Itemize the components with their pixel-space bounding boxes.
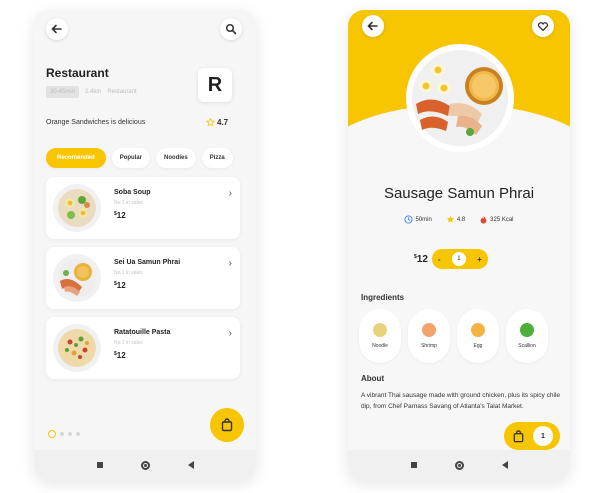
search-icon [225, 23, 237, 35]
chevron-right-icon[interactable]: › [229, 188, 232, 199]
favorite-button[interactable] [532, 15, 554, 37]
price-value: 12 [116, 281, 126, 290]
restaurant-meta: 30-45min 2.4km Restaurant [46, 86, 137, 98]
menu-item-price: $12 [114, 351, 126, 360]
shrimp-icon [422, 323, 436, 337]
samun-phrai-image [53, 254, 101, 302]
ingredient-scallion[interactable]: Scallion [506, 309, 548, 363]
recents-button[interactable] [410, 462, 417, 468]
soba-soup-image [53, 184, 101, 232]
dish-stats: 50min 4.8 325 Kcal [348, 215, 570, 224]
menu-item-name: Soba Soup [114, 189, 151, 196]
restaurant-type-label: Restaurant [107, 89, 137, 95]
back-arrow-icon [51, 24, 62, 34]
ingredient-label: Egg [473, 343, 483, 349]
page-dot[interactable] [60, 432, 64, 436]
noodle-icon [373, 323, 387, 337]
page-dot[interactable] [76, 432, 80, 436]
ingredient-shrimp[interactable]: Shrimp [408, 309, 450, 363]
menu-item-subtitle: No.1 in sales [114, 270, 143, 276]
dish-price: $12 [414, 254, 428, 265]
ingredients-heading: Ingredients [361, 293, 405, 302]
dish-rating-value: 4.8 [456, 216, 466, 223]
about-heading: About [361, 374, 385, 383]
dish-title: Sausage Samun Phrai [383, 185, 535, 202]
calories-value: 325 Kcal [490, 216, 514, 223]
ingredient-label: Noodle [372, 343, 388, 349]
menu-item-subtitle: No.1 in sales [114, 340, 143, 346]
home-button[interactable] [140, 460, 150, 470]
dish-image [406, 44, 514, 152]
heart-icon [537, 22, 549, 32]
tab-popular[interactable]: Popular [111, 148, 151, 168]
prep-time-value: 50min [415, 216, 432, 223]
menu-item-card[interactable]: Ratatouille Pasta No.1 in sales $12 › [46, 317, 240, 379]
menu-item-name: Ratatouille Pasta [114, 329, 171, 336]
cart-count-badge: 1 [533, 426, 553, 446]
system-nav-bar [34, 450, 256, 480]
price-value: 12 [116, 211, 126, 220]
page-dot[interactable] [68, 432, 72, 436]
quantity-stepper: - 1 + [431, 249, 488, 269]
quantity-value[interactable]: 1 [451, 252, 466, 266]
ingredients-list: Noodle Shrimp Egg Scallion [359, 309, 548, 363]
scallion-icon [520, 323, 534, 337]
ingredient-egg[interactable]: Egg [457, 309, 499, 363]
flame-icon [480, 215, 487, 224]
ingredient-label: Scallion [518, 343, 536, 349]
system-back-button[interactable] [187, 461, 194, 469]
back-arrow-icon [367, 21, 378, 31]
page-dot-active[interactable] [48, 430, 56, 438]
cart-button[interactable] [210, 408, 244, 442]
system-nav-bar [348, 450, 570, 480]
back-button[interactable] [46, 18, 68, 40]
shopping-bag-icon [221, 418, 233, 432]
cart-button[interactable]: 1 [504, 422, 560, 450]
shopping-bag-icon [513, 429, 524, 442]
prep-time: 50min [404, 215, 432, 224]
restaurant-screen: Restaurant 30-45min 2.4km Restaurant Ora… [34, 10, 256, 480]
menu-item-card[interactable]: Sei Ua Samun Phrai No.1 in sales $12 › [46, 247, 240, 309]
dish-calories: 325 Kcal [479, 215, 514, 224]
increment-button[interactable]: + [477, 255, 482, 264]
restaurant-name: Restaurant [46, 66, 109, 80]
page-indicator [48, 430, 80, 438]
category-tabs: Recomended Popular Noodles Pizza [46, 148, 233, 168]
decrement-button[interactable]: - [438, 255, 441, 264]
home-button[interactable] [454, 460, 464, 470]
menu-item-price: $12 [114, 211, 126, 220]
menu-item-price: $12 [114, 281, 126, 290]
egg-icon [471, 323, 485, 337]
ratatouille-pasta-image [53, 324, 101, 372]
ingredient-noodle[interactable]: Noodle [359, 309, 401, 363]
restaurant-tagline: Orange Sandwiches is delicious [46, 119, 146, 126]
star-outline-icon [206, 118, 215, 127]
clock-icon [404, 215, 414, 224]
menu-item-subtitle: No.1 in sales [114, 200, 143, 206]
dish-detail-screen: Sausage Samun Phrai 50min 4.8 325 Kcal $… [348, 10, 570, 480]
price-row: $12 - 1 + [414, 249, 488, 269]
chevron-right-icon[interactable]: › [229, 258, 232, 269]
about-text: A vibrant Thai sausage made with ground … [361, 392, 560, 410]
distance-label: 2.4km [85, 89, 102, 95]
recents-button[interactable] [96, 462, 103, 468]
system-back-button[interactable] [501, 461, 508, 469]
tab-noodles[interactable]: Noodles [156, 148, 196, 168]
restaurant-logo: R [198, 68, 232, 102]
restaurant-rating: 4.7 [206, 118, 228, 127]
menu-item-name: Sei Ua Samun Phrai [114, 259, 181, 266]
tab-recomended[interactable]: Recomended [46, 148, 106, 168]
tab-pizza[interactable]: Pizza [201, 148, 233, 168]
dish-rating: 4.8 [446, 215, 465, 224]
dish-price-value: 12 [416, 253, 428, 265]
back-button[interactable] [362, 15, 384, 37]
search-button[interactable] [220, 18, 242, 40]
delivery-time-badge: 30-45min [46, 86, 80, 98]
menu-item-card[interactable]: Soba Soup No.1 in sales $12 › [46, 177, 240, 239]
ingredient-label: Shrimp [421, 343, 437, 349]
star-icon [446, 215, 455, 223]
price-value: 12 [116, 351, 126, 360]
rating-value: 4.7 [217, 118, 229, 127]
chevron-right-icon[interactable]: › [229, 328, 232, 339]
